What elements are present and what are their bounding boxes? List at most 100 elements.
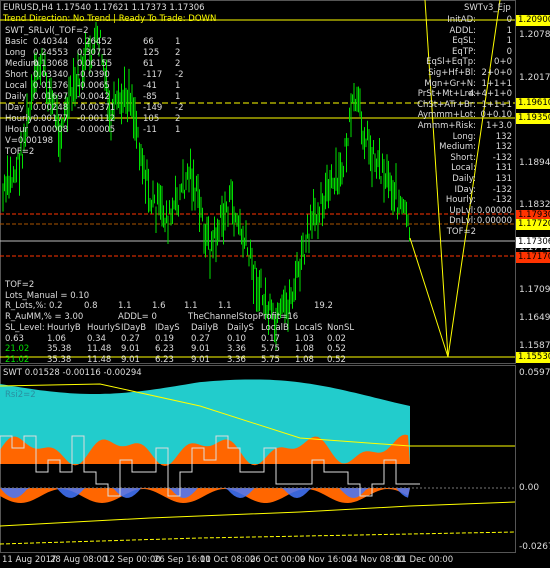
left-table-cell: -0.0042 <box>77 92 110 102</box>
sl-cell: 21.02 <box>5 354 30 365</box>
right-table-label: Aymmm+Lot: <box>417 110 476 121</box>
sl-cell: 1.08 <box>295 354 314 365</box>
left-table-cell: Short <box>5 70 28 80</box>
left-table-cell: -41 <box>143 81 157 91</box>
envelope-line <box>0 531 515 545</box>
right-table-label: Long: <box>452 131 476 142</box>
left-table-cell: -0.00005 <box>77 125 116 135</box>
addl-value: ADDL= 0 <box>118 312 157 322</box>
sl-cell: 5.75 <box>261 344 280 354</box>
left-table-cell: 66 <box>143 37 154 47</box>
price-level-box: 1.17170 <box>516 252 550 263</box>
left-table-cell: 0.06155 <box>77 59 113 69</box>
right-table-label: TOF=2 <box>446 227 476 237</box>
tof-label: TOF=2 <box>5 147 35 157</box>
sl-cell: 0.19 <box>155 333 174 344</box>
right-table-value: 0+0.10 <box>480 110 512 121</box>
right-table-label: UpLvl: <box>449 205 476 216</box>
price-tick: 1.16490 <box>519 313 550 323</box>
right-table-value: 0 <box>506 46 512 57</box>
right-table-label: EqTP: <box>452 46 476 57</box>
right-table-label: IDay: <box>454 184 476 195</box>
left-table-cell: Basic <box>5 37 28 47</box>
right-table-value: 131 <box>495 163 512 174</box>
left-table-cell: 0.30712 <box>77 48 113 58</box>
left-table-cell: -117 <box>143 70 163 80</box>
sl-cell: 35.38 <box>47 354 72 365</box>
left-table-cell: 0.00008 <box>33 125 69 135</box>
sl-header: DailyB <box>191 323 219 333</box>
r-aumm: R_AuMM,% = 3.00 <box>5 312 84 322</box>
indicator-title: SWT 0.01528 -0.00116 -0.00294 <box>3 368 142 378</box>
left-table-cell: -2 <box>175 103 184 113</box>
right-table-value: 1 <box>506 25 512 36</box>
sl-cell: 11.48 <box>87 344 112 354</box>
left-table-cell: -0.0390 <box>77 70 110 80</box>
indicator-sub-label: Rsi2=2 <box>5 390 36 400</box>
price-level-box: 1.17720 <box>516 219 550 230</box>
right-table-label: Ammm+Risk: <box>417 121 476 131</box>
right-table-value: -132 <box>492 195 512 206</box>
right-table-label: Daily: <box>452 174 476 184</box>
sl-cell: 9.01 <box>191 344 210 354</box>
left-table-cell: 0.01697 <box>33 92 69 102</box>
left-table-cell: IHour <box>5 125 28 135</box>
price-level-box: 1.20900 <box>516 15 550 26</box>
left-table-cell: -85 <box>143 92 157 102</box>
left-table-cell: 1 <box>175 81 181 91</box>
trend-direction-line: Trend Direction: No Trend | Ready To Tra… <box>3 14 217 24</box>
r-lots-value: 1.6 <box>152 301 166 311</box>
left-table-cell: -0.0065 <box>77 81 110 91</box>
indicator-tick: -0.02672 <box>519 542 550 552</box>
sl-header: LocalS <box>295 323 323 333</box>
time-tick: 11 Oct 08:00 <box>200 555 256 565</box>
sl-cell: 9.01 <box>121 344 140 354</box>
time-tick: 12 Sep 00:00 <box>104 555 161 565</box>
indicator-tick: 0.00 <box>519 483 540 493</box>
right-table-value: 2+0+0 <box>481 68 512 78</box>
right-table-value: 1+1+1 <box>481 99 512 110</box>
ea-name: SWTv3_Ejp <box>464 3 511 13</box>
right-table-value: 0.00000 <box>476 216 512 227</box>
sl-cell: 35.38 <box>47 344 72 354</box>
right-table-label: ChSt+ATr+Br: <box>417 99 476 110</box>
price-level-box: 1.17306 <box>516 237 550 248</box>
sl-cell: 3.36 <box>227 354 246 365</box>
left-table-cell: 0.26452 <box>77 37 113 47</box>
price-level-box: 1.19350 <box>516 113 550 124</box>
right-table-label: Short: <box>450 152 476 163</box>
sl-cell: 1.06 <box>47 333 66 344</box>
r-lots-label: R_Lots,%: 0.2 <box>5 301 63 311</box>
sl-header: IDayB <box>121 323 147 333</box>
time-tick: 11 Aug 2017 <box>2 555 57 565</box>
sl-cell: 0.02 <box>327 333 346 344</box>
left-table-cell: 0.01376 <box>33 81 69 91</box>
indicator-chart[interactable] <box>0 366 515 552</box>
left-table-cell: 1 <box>175 125 181 135</box>
left-table-cell: 61 <box>143 59 154 69</box>
sl-cell: 11.48 <box>87 354 112 365</box>
sl-cell: 9.01 <box>121 354 140 365</box>
right-table-value: 132 <box>495 131 512 142</box>
sl-cell: 0.34 <box>87 333 106 344</box>
left-table-cell: 2 <box>175 48 181 58</box>
right-table-value: 132 <box>495 142 512 153</box>
sl-cell: 0.52 <box>327 344 346 354</box>
left-table-cell: 2 <box>175 114 181 124</box>
r-lots-value: 0.8 <box>84 301 98 311</box>
sl-header: IDayS <box>155 323 180 333</box>
right-table-label: Hourly: <box>445 195 476 206</box>
sl-header: SL_Level: <box>5 323 45 333</box>
sl-cell: 0.10 <box>227 333 246 344</box>
right-table-value: 131 <box>495 174 512 184</box>
left-table-cell: Hourly <box>5 114 33 124</box>
price-level-box: 1.15530 <box>516 352 550 363</box>
price-tick: 1.18940 <box>519 158 550 168</box>
left-table-cell: 0.00177 <box>33 114 69 124</box>
left-table-cell: 2 <box>175 59 181 69</box>
r-lots-value: 1.1 <box>218 301 232 311</box>
left-table-cell: 0.03340 <box>33 70 69 80</box>
sl-cell: 3.36 <box>227 344 246 354</box>
right-table-value: 1 <box>506 36 512 47</box>
right-table-label: InitAD: <box>447 15 476 25</box>
